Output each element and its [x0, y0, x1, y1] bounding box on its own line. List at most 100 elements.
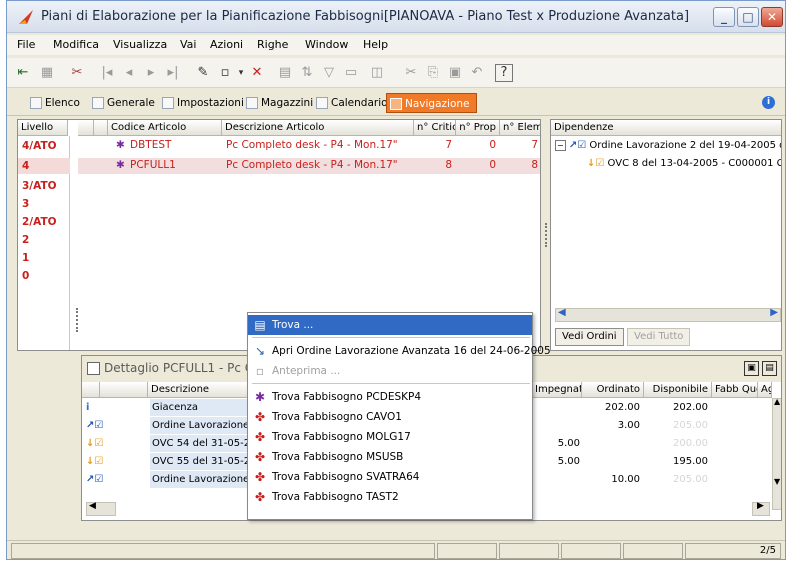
cut-icon[interactable]: ✂	[401, 63, 421, 83]
menu-label: Trova Fabbisogno CAVO1	[272, 411, 402, 423]
info-icon[interactable]: i	[762, 96, 775, 109]
scroll-right-icon[interactable]: ▶	[757, 501, 764, 511]
filter-icon[interactable]: ▽	[319, 63, 339, 83]
report-icon[interactable]: ▤	[275, 63, 295, 83]
title-bar: Piani di Elaborazione per la Pianificazi…	[7, 1, 785, 33]
edit-icon[interactable]: ✎	[193, 63, 213, 83]
menu-item-anteprima[interactable]: ▫ Anteprima ...	[248, 361, 532, 381]
splitter-grip[interactable]	[76, 308, 78, 332]
col-impegnato[interactable]: Impegnato	[532, 382, 582, 398]
dependency-tree-node[interactable]: − ↗☑ Ordine Lavorazione 2 del 19-04-2005…	[555, 140, 781, 151]
menu-visualizza[interactable]: Visualizza	[113, 38, 167, 51]
horizontal-scrollbar[interactable]: ◀	[86, 501, 116, 516]
menu-window[interactable]: Window	[305, 38, 348, 51]
help-icon[interactable]: ?	[495, 64, 513, 82]
dependency-tree-node[interactable]: ↓☑ OVC 8 del 13-04-2005 - C000001 Cas	[587, 158, 781, 169]
exit-icon[interactable]: ⇤	[13, 63, 33, 83]
delete-icon[interactable]: ✕	[247, 63, 267, 83]
cell-codice: PCFULL1	[130, 159, 176, 171]
scroll-up-icon[interactable]: ▲	[774, 397, 780, 406]
scroll-down-icon[interactable]: ▼	[774, 477, 780, 486]
menu-item-trova-fabbisogno[interactable]: ✤ Trova Fabbisogno MOLG17	[248, 427, 532, 447]
menu-item-trova-fabbisogno[interactable]: ✤ Trova Fabbisogno CAVO1	[248, 407, 532, 427]
menu-item-trova[interactable]: ▤ Trova ...	[248, 315, 532, 335]
level-item[interactable]: 1	[22, 252, 29, 264]
copy-icon[interactable]: ⎘	[423, 63, 443, 83]
chart-icon[interactable]: ▦	[37, 63, 57, 83]
menu-vai[interactable]: Vai	[180, 38, 196, 51]
level-item[interactable]: 3	[22, 198, 29, 210]
menu-item-trova-fabbisogno[interactable]: ✱ Trova Fabbisogno PCDESKP4	[248, 387, 532, 407]
tools-icon[interactable]: ✂	[67, 63, 87, 83]
cell-descrizione: Pc Completo desk - P4 - Mon.17"	[226, 139, 398, 151]
menu-item-trova-fabbisogno[interactable]: ✤ Trova Fabbisogno TAST2	[248, 487, 532, 507]
col-descrizione[interactable]: Descrizione Articolo	[222, 120, 414, 136]
tab-label: Generale	[107, 97, 155, 109]
scroll-left-icon[interactable]: ◀	[89, 501, 96, 511]
scroll-left-icon[interactable]: ◀	[558, 307, 566, 318]
expander-icon[interactable]: −	[555, 140, 566, 151]
minimize-button[interactable]: _	[713, 7, 735, 27]
vertical-scrollbar[interactable]: ▲ ▼	[772, 397, 781, 510]
paste-icon[interactable]: ▣	[445, 63, 465, 83]
previous-record-icon[interactable]: ◂	[119, 63, 139, 83]
undo-icon[interactable]: ↶	[467, 63, 487, 83]
col-ordinato[interactable]: Ordinato	[582, 382, 644, 398]
col-livello[interactable]: Livello	[18, 120, 68, 136]
tab-navigazione[interactable]: Navigazione	[386, 93, 477, 113]
col-indicator	[78, 120, 94, 136]
separator	[252, 383, 530, 384]
cell-descrizione: OVC 54 del 31-05-200	[150, 435, 250, 452]
col-codice[interactable]: Codice Articolo	[108, 120, 222, 136]
col-descrizione[interactable]: Descrizione	[148, 382, 248, 398]
sort-icon[interactable]: ⇅	[297, 63, 317, 83]
tab-calendario[interactable]: Calendario	[313, 93, 388, 113]
next-record-icon[interactable]: ▸	[141, 63, 161, 83]
level-item[interactable]: 0	[22, 270, 29, 282]
vedi-tutto-button[interactable]: Vedi Tutto	[627, 328, 691, 346]
level-item[interactable]: 4/ATO	[22, 140, 57, 152]
close-button[interactable]: ✕	[761, 7, 783, 27]
horizontal-scrollbar[interactable]: ◀ ▶	[555, 307, 781, 322]
menu-item-apri-ordine[interactable]: ↘ Apri Ordine Lavorazione Avanzata 16 del…	[248, 341, 551, 361]
menu-label: Trova ...	[272, 319, 314, 331]
order-out-icon: ↓☑	[587, 158, 605, 169]
menu-azioni[interactable]: Azioni	[210, 38, 243, 51]
restore-panel-icon[interactable]: ▤	[762, 361, 777, 376]
col-ag[interactable]: Ag	[758, 382, 772, 398]
menu-righe[interactable]: Righe	[257, 38, 288, 51]
form-icon	[162, 97, 174, 109]
first-record-icon[interactable]: |◂	[97, 63, 117, 83]
col-prop[interactable]: n° Prop	[456, 120, 500, 136]
level-item[interactable]: 2/ATO	[22, 216, 57, 228]
level-item[interactable]: 4	[22, 160, 29, 172]
vedi-ordini-button[interactable]: Vedi Ordini	[555, 328, 624, 346]
scroll-right-icon[interactable]: ▶	[770, 307, 778, 318]
vertical-splitter-grip[interactable]	[545, 223, 547, 247]
col-elem[interactable]: n° Elem	[500, 120, 540, 136]
col-critici[interactable]: n° Critici	[414, 120, 456, 136]
menu-item-trova-fabbisogno[interactable]: ✤ Trova Fabbisogno MSUSB	[248, 447, 532, 467]
preview-icon[interactable]: ◫	[367, 63, 387, 83]
level-item[interactable]: 3/ATO	[22, 180, 57, 192]
menu-modifica[interactable]: Modifica	[53, 38, 99, 51]
maximize-button[interactable]: □	[737, 7, 759, 27]
tab-generale[interactable]: Generale	[89, 93, 155, 113]
table-row[interactable]: ✱ PCFULL1 Pc Completo desk - P4 - Mon.17…	[78, 158, 540, 174]
scroll-right-button[interactable]: ▶	[752, 501, 770, 516]
last-record-icon[interactable]: ▸|	[163, 63, 183, 83]
tab-magazzini[interactable]: Magazzini	[243, 93, 313, 113]
cell-descrizione: Pc Completo desk - P4 - Mon.17"	[226, 159, 398, 171]
tab-impostazioni[interactable]: Impostazioni	[159, 93, 244, 113]
print-icon[interactable]: ▭	[341, 63, 361, 83]
menu-item-trova-fabbisogno[interactable]: ✤ Trova Fabbisogno SVATRA64	[248, 467, 532, 487]
menu-help[interactable]: Help	[363, 38, 388, 51]
tab-elenco[interactable]: Elenco	[27, 93, 80, 113]
maximize-panel-icon[interactable]: ▣	[744, 361, 759, 376]
level-item[interactable]: 2	[22, 234, 29, 246]
status-panel	[561, 543, 621, 559]
col-fabb-quot[interactable]: Fabb Quot	[712, 382, 758, 398]
col-disponibile[interactable]: Disponibile	[644, 382, 712, 398]
menu-file[interactable]: File	[17, 38, 35, 51]
close-icon: ✕	[766, 10, 778, 24]
